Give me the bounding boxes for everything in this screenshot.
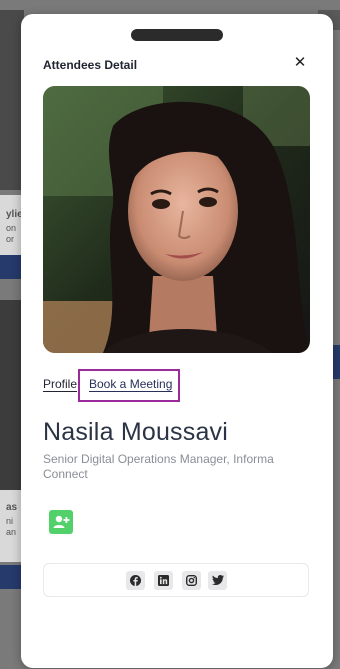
linkedin-link[interactable] <box>154 571 173 590</box>
background-text: on <box>6 223 17 233</box>
twitter-link[interactable] <box>208 571 227 590</box>
add-contact-icon <box>53 515 70 528</box>
close-icon: ✕ <box>293 54 307 71</box>
attendee-detail-modal: Attendees Detail ✕ Profile Book a Meetin… <box>21 14 333 668</box>
instagram-icon <box>186 575 197 586</box>
background-text: ni <box>6 516 14 526</box>
drag-handle[interactable] <box>131 29 223 41</box>
tab-highlight-box <box>78 369 180 402</box>
tab-profile[interactable]: Profile <box>43 377 77 391</box>
twitter-icon <box>211 575 224 585</box>
social-links <box>43 563 309 597</box>
facebook-icon <box>130 575 141 586</box>
attendee-name: Nasila Moussavi <box>43 418 229 446</box>
add-contact-button[interactable] <box>49 510 73 534</box>
linkedin-icon <box>158 575 169 586</box>
facebook-link[interactable] <box>126 571 145 590</box>
close-button[interactable]: ✕ <box>291 54 309 72</box>
background-text: an <box>6 527 17 537</box>
instagram-link[interactable] <box>182 571 201 590</box>
background-text: or <box>6 234 15 244</box>
background-text: as <box>6 502 18 513</box>
attendee-photo <box>43 86 310 353</box>
modal-title: Attendees Detail <box>43 58 138 72</box>
attendee-role: Senior Digital Operations Manager, Infor… <box>43 452 274 481</box>
